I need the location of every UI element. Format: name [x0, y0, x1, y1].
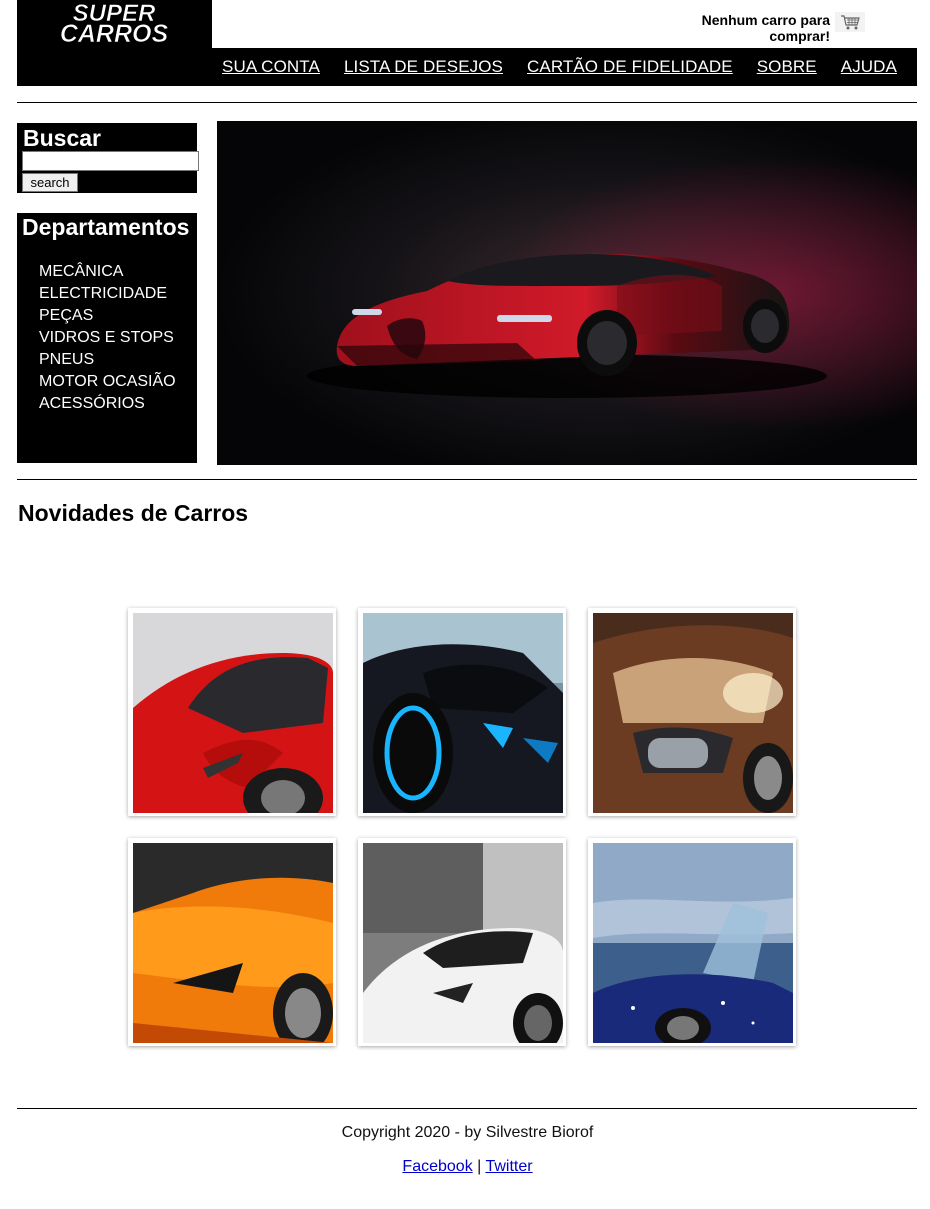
car-thumbnail[interactable] [128, 608, 336, 816]
departments-title: Departamentos [22, 214, 190, 240]
department-item[interactable]: VIDROS E STOPS [39, 327, 176, 349]
site-logo[interactable]: SUPER CARROS [17, 0, 212, 48]
main-navbar: SUA CONTA LISTA DE DESEJOS CARTÃO DE FID… [17, 48, 917, 86]
cart-text: Nenhum carro para comprar! [701, 12, 830, 44]
car-thumbnail[interactable] [358, 608, 566, 816]
nav-link-lista-de-desejos[interactable]: LISTA DE DESEJOS [344, 57, 503, 77]
department-item[interactable]: PNEUS [39, 349, 176, 371]
search-title: Buscar [23, 125, 101, 151]
nav-link-cartao-de-fidelidade[interactable]: CARTÃO DE FIDELIDADE [527, 57, 733, 77]
section-divider [17, 479, 917, 480]
car-thumbnail[interactable] [128, 838, 336, 1046]
nav-link-ajuda[interactable]: AJUDA [841, 57, 897, 77]
red-ferrari-image [133, 613, 333, 813]
department-item[interactable]: PEÇAS [39, 305, 176, 327]
car-thumbnail[interactable] [588, 608, 796, 816]
nav-links: SUA CONTA LISTA DE DESEJOS CARTÃO DE FID… [222, 57, 897, 77]
black-blue-car-image [363, 613, 563, 813]
galaxy-car-image [593, 843, 793, 1043]
car-thumbnail[interactable] [358, 838, 566, 1046]
facebook-link[interactable]: Facebook [402, 1158, 472, 1175]
search-input[interactable] [22, 151, 199, 171]
nav-link-sobre[interactable]: SOBRE [757, 57, 817, 77]
cart-status[interactable]: Nenhum carro para comprar! [690, 12, 865, 46]
departments-panel: Departamentos MECÂNICA ELECTRICIDADE PEÇ… [17, 213, 197, 463]
search-button[interactable]: search [22, 173, 78, 192]
search-panel: Buscar search [17, 123, 199, 193]
nav-link-sua-conta[interactable]: SUA CONTA [222, 57, 320, 77]
department-item[interactable]: MECÂNICA [39, 261, 176, 283]
section-title: Novidades de Carros [18, 500, 249, 526]
footer-separator: | [477, 1158, 482, 1175]
shopping-cart-icon[interactable] [835, 12, 865, 32]
twitter-link[interactable]: Twitter [485, 1158, 532, 1175]
department-item[interactable]: ACESSÓRIOS [39, 393, 176, 415]
departments-list: MECÂNICA ELECTRICIDADE PEÇAS VIDROS E ST… [39, 261, 176, 415]
footer-copyright: Copyright 2020 - by Silvestre Biorof [341, 1124, 594, 1141]
department-item[interactable]: ELECTRICIDADE [39, 283, 176, 305]
svg-text:CARROS: CARROS [60, 20, 169, 48]
car-thumbnail[interactable] [588, 838, 796, 1046]
white-lamborghini-image [363, 843, 563, 1043]
orange-lamborghini-image [133, 843, 333, 1043]
chrome-bugatti-image [593, 613, 793, 813]
header-divider [17, 102, 917, 103]
footer-links: Facebook | Twitter [0, 1158, 930, 1176]
hero-banner-image [217, 121, 917, 465]
department-item[interactable]: MOTOR OCASIÃO [39, 371, 176, 393]
footer-divider [17, 1108, 917, 1109]
